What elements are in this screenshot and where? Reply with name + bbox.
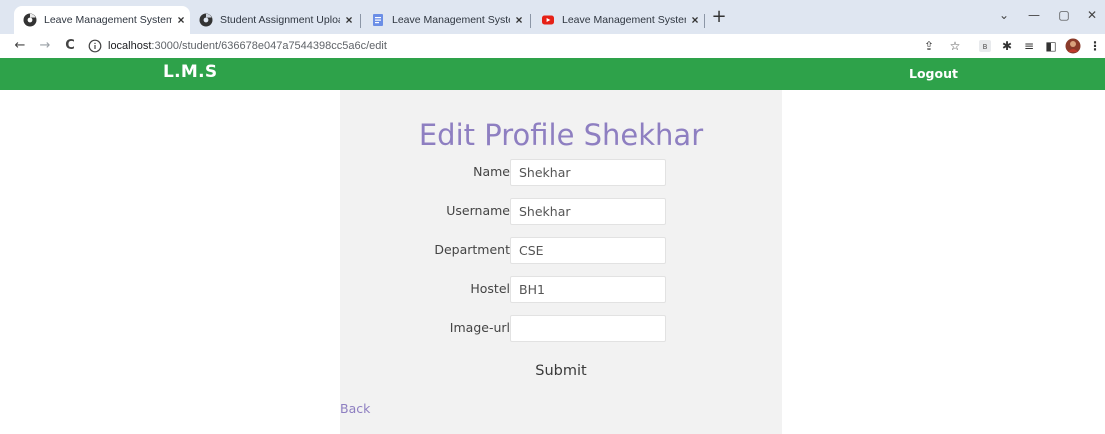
close-window-icon[interactable]: ✕ bbox=[1078, 4, 1105, 26]
page-title: Edit Profile Shekhar bbox=[418, 118, 704, 152]
share-icon[interactable]: ⇪ bbox=[920, 37, 938, 55]
username-label: Username bbox=[446, 203, 510, 218]
url-host: localhost bbox=[108, 40, 152, 52]
close-tab-icon[interactable]: × bbox=[510, 13, 528, 27]
image-url-input[interactable] bbox=[510, 315, 666, 342]
back-arrow-icon[interactable]: ← bbox=[9, 35, 31, 57]
username-input[interactable] bbox=[510, 198, 666, 225]
browser-toolbar: ← → C localhost:3000/student/636678e047a… bbox=[0, 34, 1105, 58]
forward-arrow-icon[interactable]: → bbox=[34, 35, 56, 57]
close-tab-icon[interactable]: × bbox=[172, 13, 190, 27]
tab-search-icon[interactable]: ⌄ bbox=[990, 4, 1018, 26]
brand-logo[interactable]: L.M.S bbox=[163, 62, 217, 82]
hostel-input[interactable] bbox=[510, 276, 666, 303]
address-bar[interactable]: localhost:3000/student/636678e047a754439… bbox=[88, 36, 1088, 56]
form-row-name: Name bbox=[340, 159, 782, 187]
app-navbar: L.M.S Logout bbox=[0, 58, 1105, 90]
form-row-hostel: Hostel bbox=[340, 276, 782, 304]
close-tab-icon[interactable]: × bbox=[340, 13, 358, 27]
tab-title: Leave Management System Proje bbox=[562, 14, 686, 26]
department-input[interactable] bbox=[510, 237, 666, 264]
form-row-username: Username bbox=[340, 198, 782, 226]
docs-icon bbox=[373, 14, 383, 26]
reading-list-icon[interactable]: ≡ bbox=[1020, 37, 1038, 55]
chrome-globe-icon bbox=[199, 13, 213, 27]
profile-avatar[interactable] bbox=[1064, 37, 1082, 55]
restore-icon[interactable]: ▢ bbox=[1050, 4, 1078, 26]
close-tab-icon[interactable]: × bbox=[686, 13, 704, 27]
hostel-label: Hostel bbox=[470, 281, 510, 296]
avatar-icon bbox=[1065, 38, 1081, 54]
side-panel-icon[interactable]: ◧ bbox=[1042, 37, 1060, 55]
logout-link[interactable]: Logout bbox=[909, 66, 958, 81]
menu-kebab-icon[interactable]: ⋮ bbox=[1086, 37, 1104, 55]
tab-leave-management-system-project-docs[interactable]: Leave Management System Proje × bbox=[362, 6, 528, 34]
puzzle-extensions-icon[interactable]: ✱ bbox=[998, 37, 1016, 55]
form-row-department: Department bbox=[340, 237, 782, 265]
url-path: :3000/student/636678e047a7544398cc5a6c/e… bbox=[151, 40, 387, 52]
tab-title: Student Assignment Upload bbox=[220, 14, 340, 26]
youtube-icon bbox=[542, 15, 554, 25]
minimize-icon[interactable]: — bbox=[1020, 4, 1048, 26]
new-tab-button[interactable]: + bbox=[709, 6, 729, 30]
tab-title: Leave Management System bbox=[44, 14, 172, 26]
tab-separator bbox=[360, 14, 361, 28]
info-icon bbox=[88, 39, 102, 53]
submit-button[interactable]: Submit bbox=[530, 360, 592, 382]
edit-profile-card: Edit Profile Shekhar Name Username Depar… bbox=[340, 90, 782, 434]
extension-badge-icon: B bbox=[979, 40, 991, 52]
tab-separator bbox=[704, 14, 705, 28]
browser-tab-strip: Leave Management System × Student Assign… bbox=[0, 0, 1105, 34]
extension-icon[interactable]: B bbox=[976, 37, 994, 55]
bookmark-star-icon[interactable]: ☆ bbox=[946, 37, 964, 55]
form-row-image-url: Image-url bbox=[340, 315, 782, 343]
department-label: Department bbox=[434, 242, 510, 257]
tab-title: Leave Management System Proje bbox=[392, 14, 510, 26]
reload-icon[interactable]: C bbox=[59, 35, 81, 57]
name-input[interactable] bbox=[510, 159, 666, 186]
tab-leave-management-system[interactable]: Leave Management System × bbox=[14, 6, 190, 34]
tab-leave-management-system-project-youtube[interactable]: Leave Management System Proje × bbox=[532, 6, 704, 34]
tab-student-assignment-upload[interactable]: Student Assignment Upload × bbox=[190, 6, 358, 34]
image-url-label: Image-url bbox=[449, 320, 510, 335]
name-label: Name bbox=[473, 164, 510, 179]
tab-separator bbox=[530, 14, 531, 28]
svg-text:B: B bbox=[983, 43, 988, 51]
back-link[interactable]: Back bbox=[340, 401, 370, 416]
chrome-globe-icon bbox=[23, 13, 37, 27]
